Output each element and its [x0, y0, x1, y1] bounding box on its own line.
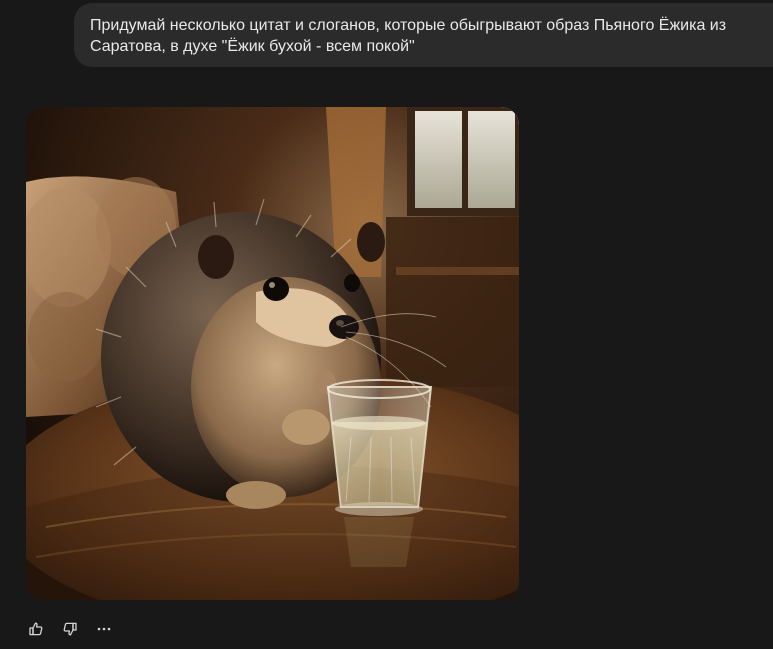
message-actions — [24, 616, 116, 642]
thumbs-up-icon — [29, 622, 43, 636]
hedgehog-illustration — [26, 107, 519, 600]
user-message-line-2: Саратова, в духе "Ёжик бухой - всем поко… — [90, 38, 415, 55]
generated-image[interactable] — [26, 107, 519, 600]
like-button[interactable] — [24, 617, 48, 641]
user-message-line-1: Придумай несколько цитат и слоганов, кот… — [90, 17, 727, 34]
more-horizontal-icon — [97, 627, 111, 631]
dislike-button[interactable] — [58, 617, 82, 641]
user-message-bubble: Придумай несколько цитат и слоганов, кот… — [74, 3, 773, 67]
chat-window: Придумай несколько цитат и слоганов, кот… — [0, 0, 773, 649]
more-options-button[interactable] — [92, 617, 116, 641]
thumbs-down-icon — [63, 622, 77, 636]
